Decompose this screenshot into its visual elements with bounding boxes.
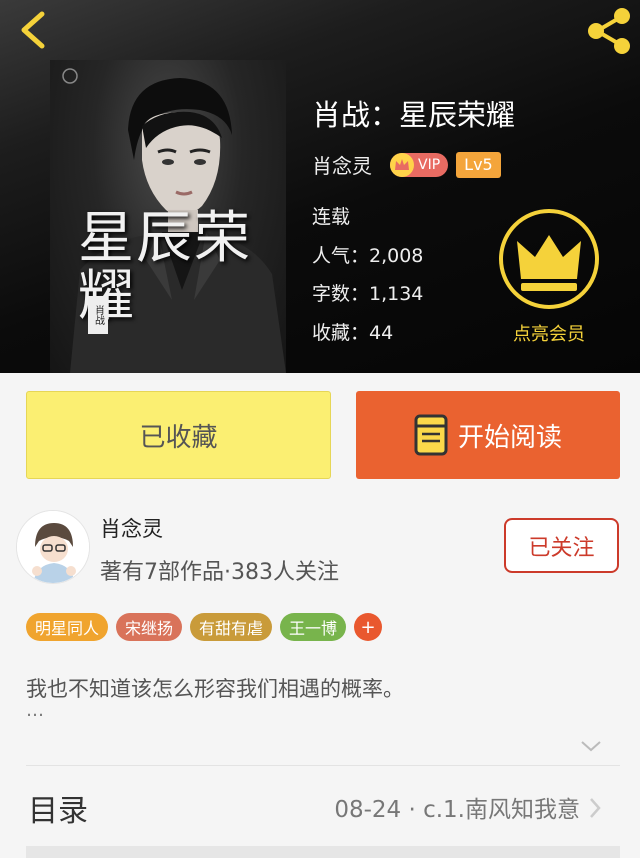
add-tag-button[interactable]: + bbox=[354, 613, 383, 641]
bottom-strip bbox=[26, 846, 620, 858]
expand-description-button[interactable] bbox=[580, 738, 602, 754]
status-text: 连载 bbox=[312, 206, 351, 228]
toc-title[interactable]: 目录 bbox=[28, 786, 88, 830]
follow-label: 已关注 bbox=[528, 535, 595, 561]
avatar-illustration bbox=[17, 511, 89, 583]
level-badge: Lv5 bbox=[456, 151, 501, 178]
member-badge-button[interactable] bbox=[497, 207, 601, 311]
share-button[interactable] bbox=[584, 6, 634, 56]
divider bbox=[26, 765, 620, 766]
back-button[interactable] bbox=[14, 8, 54, 52]
latest-chapter[interactable]: 08-24 · c.1.南风知我意 bbox=[334, 790, 580, 824]
author-name[interactable]: 肖念灵 bbox=[100, 513, 163, 543]
author-name-link[interactable]: 肖念灵 bbox=[312, 150, 372, 179]
book-title: 肖战：星辰荣耀 bbox=[312, 98, 516, 132]
author-avatar[interactable] bbox=[16, 510, 90, 584]
cover-badge: 肖战 bbox=[88, 296, 108, 334]
back-arrow-icon bbox=[21, 11, 45, 49]
author-row: 肖念灵 VIP Lv5 bbox=[312, 150, 501, 179]
tag-list: 明星同人 宋继扬 有甜有虐 王一博 + bbox=[26, 613, 383, 641]
book-icon bbox=[414, 414, 448, 456]
tag-item[interactable]: 明星同人 bbox=[26, 613, 109, 641]
follow-button[interactable]: 已关注 bbox=[504, 518, 619, 573]
book-description: 我也不知道该怎么形容我们相遇的概率。 bbox=[26, 677, 404, 701]
toc-chevron-right-icon[interactable] bbox=[588, 796, 602, 820]
vip-badge: VIP bbox=[390, 152, 449, 177]
member-label[interactable]: 点亮会员 bbox=[496, 320, 602, 346]
plus-icon: + bbox=[360, 616, 376, 638]
crown-icon bbox=[390, 152, 414, 177]
book-meta: 连载 人气：2,008 字数：1,134 收藏：44 bbox=[312, 198, 423, 353]
description-ellipsis: … bbox=[26, 700, 46, 721]
tag-item[interactable]: 宋继扬 bbox=[116, 613, 183, 641]
popularity-text: 人气：2,008 bbox=[312, 244, 424, 267]
start-reading-button[interactable]: 开始阅读 bbox=[356, 391, 620, 479]
book-cover[interactable]: 星辰荣耀 肖战 bbox=[50, 60, 286, 373]
chevron-down-icon bbox=[581, 741, 601, 752]
author-stats: 著有7部作品·383人关注 bbox=[100, 560, 339, 585]
word-count-text: 字数：1,134 bbox=[312, 283, 424, 306]
vip-label: VIP bbox=[418, 156, 441, 173]
book-header: 星辰荣耀 肖战 肖战：星辰荣耀 肖念灵 VIP Lv5 连载 人气：2,008 … bbox=[0, 0, 640, 373]
share-icon bbox=[588, 8, 630, 54]
crown-icon bbox=[499, 209, 599, 309]
start-reading-label: 开始阅读 bbox=[457, 422, 562, 453]
favorites-text: 收藏：44 bbox=[312, 322, 394, 345]
tag-item[interactable]: 王一博 bbox=[280, 613, 347, 641]
collect-label: 已收藏 bbox=[139, 422, 218, 453]
collect-button[interactable]: 已收藏 bbox=[26, 391, 331, 479]
tag-item[interactable]: 有甜有虐 bbox=[190, 613, 273, 641]
